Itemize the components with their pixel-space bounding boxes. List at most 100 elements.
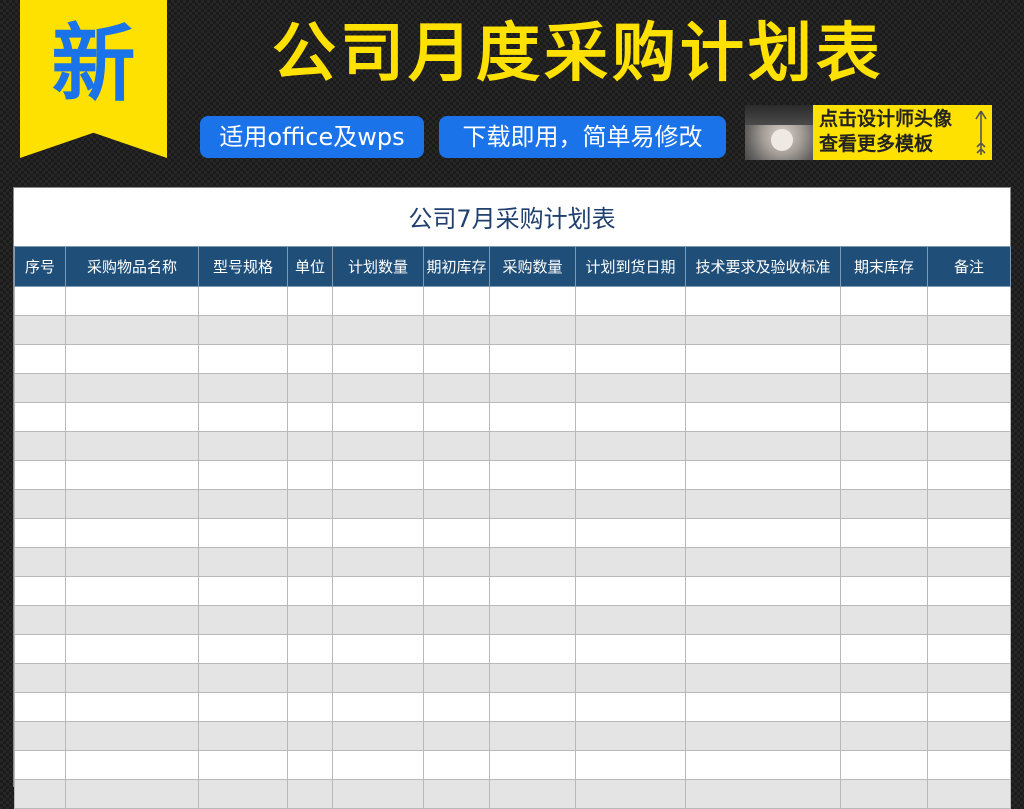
table-cell[interactable]: [332, 721, 424, 751]
table-cell[interactable]: [685, 518, 841, 548]
table-cell[interactable]: [198, 315, 288, 345]
column-header[interactable]: 单位: [287, 246, 333, 287]
table-cell[interactable]: [840, 692, 928, 722]
table-cell[interactable]: [575, 460, 686, 490]
table-cell[interactable]: [287, 431, 333, 461]
table-cell[interactable]: [575, 692, 686, 722]
column-header[interactable]: 计划数量: [332, 246, 424, 287]
table-cell[interactable]: [685, 286, 841, 316]
table-cell[interactable]: [489, 344, 576, 374]
table-cell[interactable]: [423, 779, 490, 809]
table-cell[interactable]: [198, 721, 288, 751]
table-cell[interactable]: [198, 518, 288, 548]
table-cell[interactable]: [287, 460, 333, 490]
table-cell[interactable]: [14, 431, 66, 461]
table-cell[interactable]: [287, 721, 333, 751]
table-cell[interactable]: [685, 315, 841, 345]
table-cell[interactable]: [423, 315, 490, 345]
table-cell[interactable]: [927, 286, 1011, 316]
table-cell[interactable]: [840, 634, 928, 664]
table-cell[interactable]: [840, 431, 928, 461]
table-cell[interactable]: [332, 576, 424, 606]
table-cell[interactable]: [65, 286, 199, 316]
column-header[interactable]: 型号规格: [198, 246, 288, 287]
table-cell[interactable]: [287, 402, 333, 432]
table-cell[interactable]: [575, 373, 686, 403]
table-cell[interactable]: [489, 721, 576, 751]
table-cell[interactable]: [198, 402, 288, 432]
table-cell[interactable]: [840, 576, 928, 606]
table-cell[interactable]: [489, 315, 576, 345]
table-cell[interactable]: [927, 779, 1011, 809]
table-cell[interactable]: [489, 431, 576, 461]
table-cell[interactable]: [14, 605, 66, 635]
table-cell[interactable]: [489, 547, 576, 577]
table-cell[interactable]: [332, 460, 424, 490]
table-cell[interactable]: [423, 605, 490, 635]
table-cell[interactable]: [685, 344, 841, 374]
table-cell[interactable]: [65, 402, 199, 432]
table-cell[interactable]: [840, 373, 928, 403]
table-cell[interactable]: [927, 315, 1011, 345]
table-cell[interactable]: [332, 315, 424, 345]
table-cell[interactable]: [685, 779, 841, 809]
table-cell[interactable]: [14, 634, 66, 664]
table-cell[interactable]: [14, 460, 66, 490]
table-cell[interactable]: [287, 286, 333, 316]
table-cell[interactable]: [287, 576, 333, 606]
table-cell[interactable]: [287, 547, 333, 577]
column-header[interactable]: 技术要求及验收标准: [685, 246, 841, 287]
table-cell[interactable]: [840, 663, 928, 693]
table-cell[interactable]: [927, 605, 1011, 635]
table-cell[interactable]: [685, 692, 841, 722]
table-cell[interactable]: [332, 489, 424, 519]
table-cell[interactable]: [65, 576, 199, 606]
table-cell[interactable]: [332, 518, 424, 548]
table-cell[interactable]: [332, 344, 424, 374]
table-cell[interactable]: [287, 750, 333, 780]
table-cell[interactable]: [65, 634, 199, 664]
table-cell[interactable]: [14, 663, 66, 693]
table-cell[interactable]: [927, 402, 1011, 432]
table-cell[interactable]: [575, 721, 686, 751]
table-cell[interactable]: [423, 663, 490, 693]
table-cell[interactable]: [198, 779, 288, 809]
table-cell[interactable]: [287, 344, 333, 374]
table-cell[interactable]: [489, 692, 576, 722]
table-cell[interactable]: [489, 489, 576, 519]
table-cell[interactable]: [332, 750, 424, 780]
table-cell[interactable]: [332, 692, 424, 722]
table-cell[interactable]: [489, 634, 576, 664]
table-cell[interactable]: [927, 663, 1011, 693]
table-cell[interactable]: [489, 286, 576, 316]
table-cell[interactable]: [685, 750, 841, 780]
table-cell[interactable]: [685, 663, 841, 693]
table-cell[interactable]: [575, 663, 686, 693]
table-cell[interactable]: [489, 605, 576, 635]
table-cell[interactable]: [65, 431, 199, 461]
column-header[interactable]: 期末库存: [840, 246, 928, 287]
table-cell[interactable]: [198, 431, 288, 461]
table-cell[interactable]: [575, 634, 686, 664]
table-cell[interactable]: [198, 634, 288, 664]
table-cell[interactable]: [685, 576, 841, 606]
table-cell[interactable]: [332, 663, 424, 693]
table-cell[interactable]: [423, 489, 490, 519]
table-cell[interactable]: [198, 547, 288, 577]
table-cell[interactable]: [489, 402, 576, 432]
designer-promo[interactable]: 点击设计师头像 查看更多模板: [745, 105, 992, 160]
table-cell[interactable]: [575, 547, 686, 577]
table-cell[interactable]: [332, 634, 424, 664]
table-cell[interactable]: [14, 750, 66, 780]
table-cell[interactable]: [14, 576, 66, 606]
table-cell[interactable]: [575, 605, 686, 635]
table-cell[interactable]: [65, 373, 199, 403]
table-cell[interactable]: [840, 750, 928, 780]
table-cell[interactable]: [423, 576, 490, 606]
table-cell[interactable]: [14, 547, 66, 577]
table-cell[interactable]: [14, 402, 66, 432]
table-cell[interactable]: [840, 605, 928, 635]
table-cell[interactable]: [423, 634, 490, 664]
table-cell[interactable]: [423, 344, 490, 374]
table-cell[interactable]: [14, 779, 66, 809]
